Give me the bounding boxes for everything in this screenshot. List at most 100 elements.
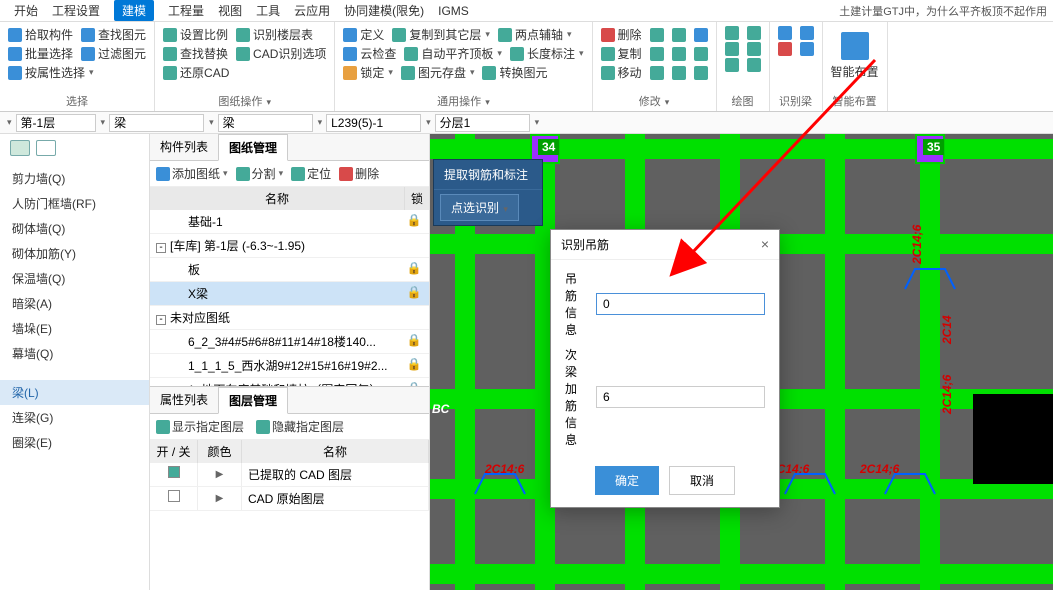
btn-arc[interactable] — [747, 42, 761, 56]
btn-cad-options[interactable]: CAD识别选项 — [236, 45, 326, 62]
btn-point[interactable] — [725, 26, 739, 40]
btn-delete-drawing[interactable]: 删除 — [339, 165, 379, 182]
menu-cloud[interactable]: 云应用 — [294, 2, 330, 19]
tree-row[interactable]: 1_1_1_5_西水湖9#12#15#16#19#2...🔒 — [150, 354, 429, 378]
btn-poly[interactable] — [747, 58, 761, 72]
layer-row[interactable]: ▶ 已提取的 CAD 图层 — [150, 463, 429, 487]
btn-find-replace[interactable]: 查找替换 — [163, 45, 228, 62]
btn-convert-element[interactable]: 转换图元 — [482, 64, 547, 81]
btn-copy-other-floor[interactable]: 复制到其它层▾ — [392, 26, 490, 43]
btn-click-recognize[interactable]: 点选识别 ▾ — [440, 194, 519, 221]
cancel-button[interactable]: 取消 — [669, 466, 735, 495]
btn-two-point-axis[interactable]: 两点辅轴▾ — [498, 26, 572, 43]
btn-array[interactable] — [694, 47, 708, 61]
btn-auto-align-top[interactable]: 自动平齐顶板▾ — [404, 45, 502, 62]
nav-masonry-rebar[interactable]: 砌体加筋(Y) — [0, 241, 149, 266]
btn-show-layer[interactable]: 显示指定图层 — [156, 418, 244, 435]
input-secondary-beam[interactable] — [596, 386, 765, 408]
btn-mirror[interactable] — [650, 47, 664, 61]
btn-lock[interactable]: 锁定▾ — [343, 64, 393, 81]
nav-hidden-beam[interactable]: 暗梁(A) — [0, 291, 149, 316]
tree-row[interactable]: -未对应图纸 — [150, 306, 429, 330]
layer-checkbox[interactable] — [168, 490, 180, 502]
tab-drawing-mgmt[interactable]: 图纸管理 — [218, 134, 288, 161]
btn-select-by-prop[interactable]: 按属性选择▾ — [8, 64, 94, 81]
btn-set-scale[interactable]: 设置比例 — [163, 26, 228, 43]
btn-circle[interactable] — [747, 26, 761, 40]
btn-offset[interactable] — [694, 28, 708, 42]
expander-icon[interactable]: - — [156, 243, 166, 253]
btn-define[interactable]: 定义 — [343, 26, 384, 43]
menu-start[interactable]: 开始 — [14, 2, 38, 19]
btn-recog1[interactable] — [778, 26, 792, 40]
btn-find-element[interactable]: 查找图元 — [81, 26, 146, 43]
btn-line[interactable] — [725, 42, 739, 56]
lock-icon[interactable]: 🔒 — [405, 333, 423, 350]
btn-cloud-check[interactable]: 云检查 — [343, 45, 396, 62]
btn-recog-floor[interactable]: 识别楼层表 — [236, 26, 313, 43]
tree-row[interactable]: 6_2_3#4#5#6#8#11#14#18楼140...🔒 — [150, 330, 429, 354]
btn-copy[interactable]: 复制 — [601, 45, 642, 62]
ok-button[interactable]: 确定 — [595, 466, 659, 495]
menu-modeling[interactable]: 建模 — [114, 0, 154, 21]
menu-project-settings[interactable]: 工程设置 — [52, 2, 100, 19]
btn-add-drawing[interactable]: 添加图纸▾ — [156, 165, 228, 182]
btn-hide-layer[interactable]: 隐藏指定图层 — [256, 418, 344, 435]
tab-layer-mgmt[interactable]: 图层管理 — [218, 387, 288, 414]
btn-rect[interactable] — [725, 58, 739, 72]
input-stirrup-info[interactable] — [596, 293, 765, 315]
grid-view-icon[interactable] — [36, 140, 56, 156]
nav-wall-pier[interactable]: 墙垛(E) — [0, 316, 149, 341]
tree-row[interactable]: -[车库] 第-1层 (-6.3~-1.95) — [150, 234, 429, 258]
dropdown-icon[interactable]: ▾ — [7, 117, 12, 128]
tree-row[interactable]: 板🔒 — [150, 258, 429, 282]
tab-prop-list[interactable]: 属性列表 — [150, 387, 218, 413]
menu-tools[interactable]: 工具 — [256, 2, 280, 19]
drawing-canvas[interactable]: 34 35 BC 2C14;6 2C14;6 2C14;6 2C14;6 2C1… — [430, 134, 1053, 590]
dialog-close-button[interactable]: × — [761, 236, 769, 253]
layer-checkbox[interactable] — [168, 466, 180, 478]
tab-component-list[interactable]: 构件列表 — [150, 134, 218, 160]
btn-delete[interactable]: 删除 — [601, 26, 642, 43]
btn-recog3[interactable] — [778, 42, 792, 56]
btn-locate[interactable]: 定位 — [291, 165, 331, 182]
lock-icon[interactable]: 🔒 — [405, 285, 423, 302]
layer-select[interactable] — [435, 114, 530, 132]
cat2-select[interactable] — [218, 114, 313, 132]
btn-trim[interactable] — [650, 28, 664, 42]
btn-rotate[interactable] — [694, 66, 708, 80]
btn-join[interactable] — [672, 66, 686, 80]
nav-masonry[interactable]: 砌体墙(Q) — [0, 216, 149, 241]
floor-select[interactable] — [16, 114, 96, 132]
btn-filter-element[interactable]: 过滤图元 — [81, 45, 146, 62]
nav-shearwall[interactable]: 剪力墙(Q) — [0, 166, 149, 191]
menu-quantity[interactable]: 工程量 — [168, 2, 204, 19]
btn-restore-cad[interactable]: 还原CAD — [163, 64, 229, 81]
list-view-icon[interactable] — [10, 140, 30, 156]
tree-row-selected[interactable]: X梁🔒 — [150, 282, 429, 306]
menu-collab[interactable]: 协同建模(限免) — [344, 2, 424, 19]
btn-length-mark[interactable]: 长度标注▾ — [510, 45, 584, 62]
nav-curtain[interactable]: 幕墙(Q) — [0, 341, 149, 366]
member-select[interactable] — [326, 114, 421, 132]
expander-icon[interactable]: - — [156, 315, 166, 325]
btn-split[interactable]: 分割▾ — [236, 165, 284, 182]
nav-rf-wall[interactable]: 人防门框墙(RF) — [0, 191, 149, 216]
btn-break[interactable] — [672, 28, 686, 42]
lock-icon[interactable]: 🔒 — [405, 213, 423, 230]
btn-move[interactable]: 移动 — [601, 64, 642, 81]
nav-beam[interactable]: 梁(L) — [0, 380, 149, 405]
tree-row[interactable]: 基础-1🔒 — [150, 210, 429, 234]
menu-view[interactable]: 视图 — [218, 2, 242, 19]
nav-ring-beam[interactable]: 圈梁(E) — [0, 430, 149, 455]
btn-recog2[interactable] — [800, 26, 814, 40]
btn-recog4[interactable] — [800, 42, 814, 56]
btn-pick-component[interactable]: 拾取构件 — [8, 26, 73, 43]
color-picker-icon[interactable]: ▶ — [216, 493, 224, 504]
cat1-select[interactable] — [109, 114, 204, 132]
btn-align[interactable] — [672, 47, 686, 61]
btn-extend[interactable] — [650, 66, 664, 80]
menu-igms[interactable]: IGMS — [438, 4, 469, 18]
btn-smart-place[interactable]: 智能布置 — [831, 32, 879, 80]
lock-icon[interactable]: 🔒 — [405, 261, 423, 278]
